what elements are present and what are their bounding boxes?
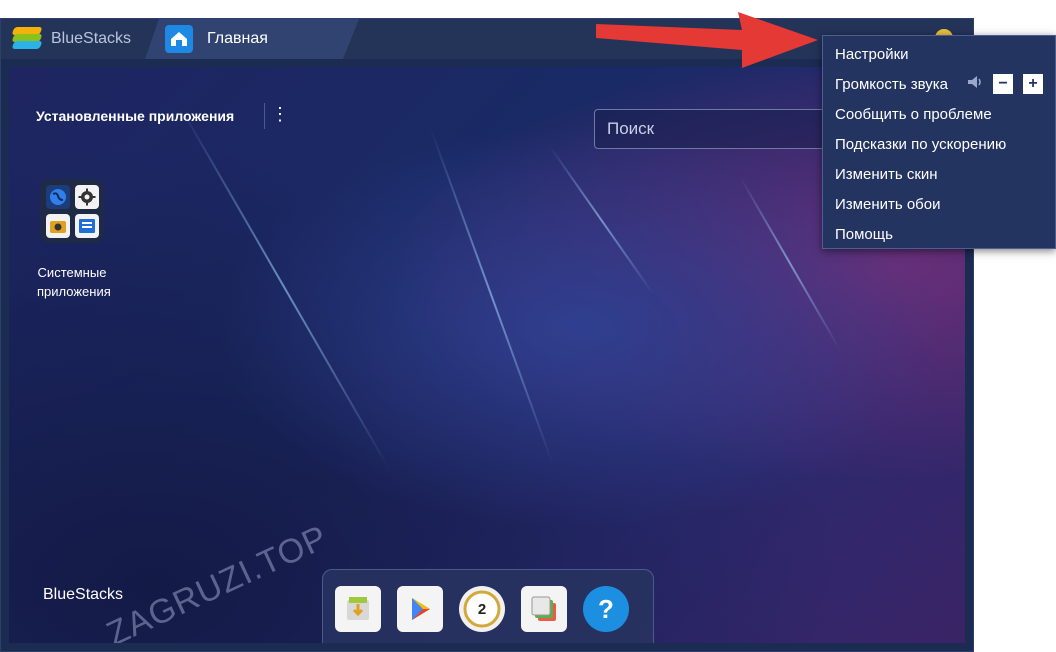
menu-item-label: Помощь [835, 225, 893, 243]
speaker-icon[interactable] [967, 75, 983, 93]
volume-down-button[interactable]: − [993, 74, 1013, 94]
search-field[interactable] [594, 109, 834, 149]
system-apps-icon[interactable] [40, 179, 104, 243]
gear-icon [74, 184, 99, 209]
apk-install-button[interactable] [335, 586, 381, 632]
wallpaper-beam [179, 106, 391, 471]
menu-item-report-problem[interactable]: Сообщить о проблеме [823, 99, 1055, 129]
app-name: BlueStacks [51, 30, 132, 47]
volume-controls: − + [967, 74, 1043, 94]
system-apps-item[interactable]: Системные приложения [37, 179, 111, 301]
help-icon[interactable]: ? [583, 586, 629, 632]
settings-context-menu: Настройки Громкость звука − + Сообщить о… [822, 35, 1056, 249]
app-logo-tab[interactable]: BlueStacks [1, 19, 161, 59]
tab-home[interactable]: Главная [145, 19, 359, 59]
play-store-icon[interactable] [397, 586, 443, 632]
divider [264, 103, 265, 129]
installed-apps-title: Установленные приложения [36, 108, 235, 124]
menu-item-label: Изменить обои [835, 195, 941, 213]
menu-item-change-skin[interactable]: Изменить скин [823, 159, 1055, 189]
level-badge-icon[interactable]: 2 [459, 586, 505, 632]
site-watermark: ZAGRUZI.TOP [101, 518, 334, 643]
annotation-arrow-icon [596, 12, 818, 68]
menu-item-volume: Громкость звука − + [823, 69, 1055, 99]
browser-icon [45, 184, 70, 209]
dock: 2 ? [322, 569, 654, 643]
menu-item-label: Изменить скин [835, 165, 938, 183]
bluestacks-logo-icon [11, 27, 43, 51]
wallpaper-beam [429, 126, 555, 466]
file-manager-icon [74, 213, 99, 238]
menu-item-speed-tips[interactable]: Подсказки по ускорению [823, 129, 1055, 159]
menu-item-label: Подсказки по ускорению [835, 135, 1007, 153]
menu-item-label: Сообщить о проблеме [835, 105, 992, 123]
more-options-icon[interactable]: ⋮ [271, 104, 289, 125]
menu-item-label: Громкость звука [835, 75, 948, 93]
volume-up-button[interactable]: + [1023, 74, 1043, 94]
tab-home-label: Главная [207, 30, 268, 47]
menu-item-change-wallpaper[interactable]: Изменить обои [823, 189, 1055, 219]
menu-item-help[interactable]: Помощь [823, 219, 1055, 249]
level-number: 2 [478, 601, 486, 618]
menu-item-settings[interactable]: Настройки [823, 39, 1055, 69]
menu-item-label: Настройки [835, 45, 909, 63]
bluestacks-brand-text: BlueStacks [43, 586, 124, 603]
wallpaper-beam [549, 145, 654, 295]
multi-instance-icon[interactable] [521, 586, 567, 632]
search-input[interactable] [607, 119, 833, 139]
home-icon [165, 25, 193, 53]
camera-icon [45, 213, 70, 238]
system-apps-label: Системные приложения [37, 265, 111, 299]
